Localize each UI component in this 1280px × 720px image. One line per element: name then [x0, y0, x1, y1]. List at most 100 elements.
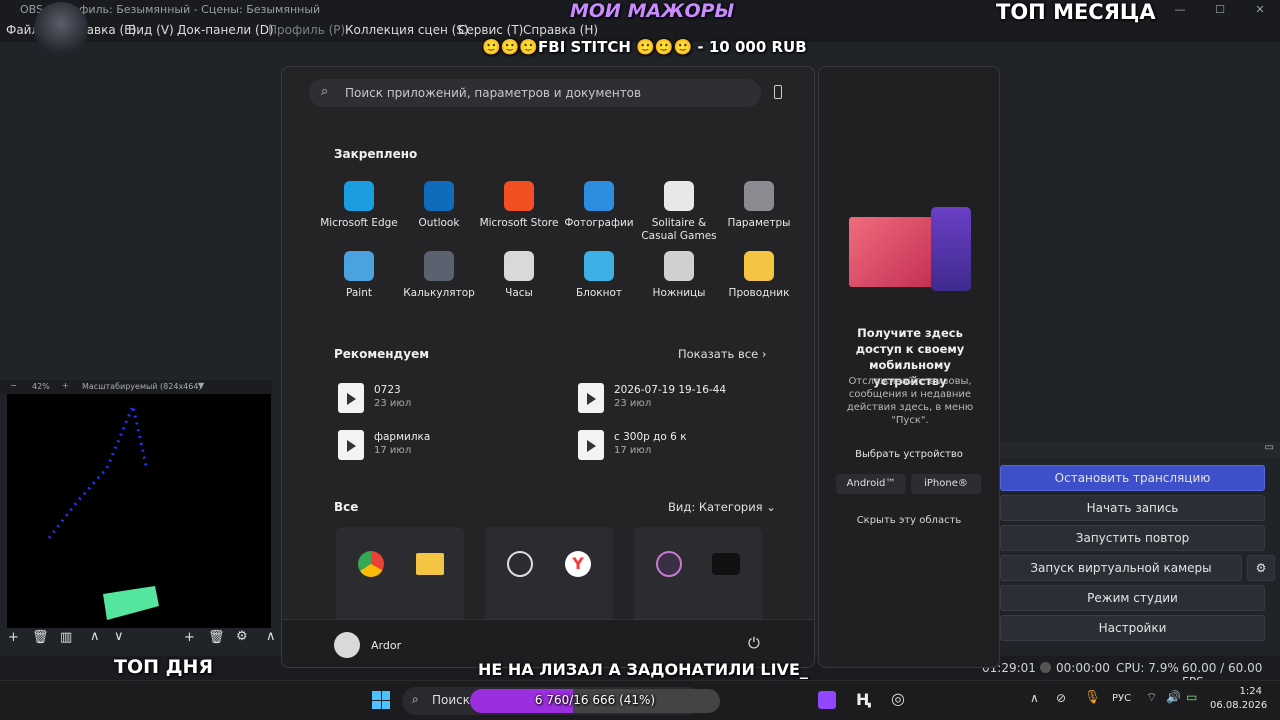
start-menu: ⌕ Поиск приложений, параметров и докумен…: [281, 66, 815, 668]
close-button[interactable]: ✕: [1240, 0, 1280, 20]
app-category-folder[interactable]: [336, 527, 464, 627]
recommended-item[interactable]: с 300р до 6 к 17 июл: [578, 426, 798, 466]
chevron-down-icon[interactable]: ▼: [198, 381, 204, 390]
windows-start-icon[interactable]: [372, 691, 390, 709]
pinned-app[interactable]: Калькулятор: [399, 251, 479, 300]
preview-graphic: [47, 401, 159, 620]
user-avatar[interactable]: [334, 632, 360, 658]
twitch-icon[interactable]: [818, 691, 836, 709]
clock[interactable]: 1:24 06.08.2026: [1210, 685, 1267, 713]
menu-profile[interactable]: Профиль (P): [268, 23, 345, 37]
no-camera-icon[interactable]: ⊘: [1056, 691, 1066, 705]
pinned-app-label: Microsoft Edge: [320, 217, 398, 229]
start-recording-button[interactable]: Начать запись: [1000, 495, 1265, 521]
chevron-up-icon[interactable]: ∧: [1030, 691, 1039, 705]
gear-icon: [744, 181, 774, 211]
studio-mode-button[interactable]: Режим студии: [1000, 585, 1265, 611]
cpu-usage: CPU: 7.9%: [1116, 661, 1179, 675]
source-up-icon[interactable]: ∧: [266, 629, 276, 644]
file-date: 23 июл: [374, 398, 412, 409]
phone-icon[interactable]: [774, 85, 782, 99]
settings-button[interactable]: Настройки: [1000, 615, 1265, 641]
show-all-link[interactable]: Показать все ›: [678, 347, 766, 361]
pinned-app[interactable]: Блокнот: [559, 251, 639, 300]
power-icon[interactable]: ⏻: [748, 634, 760, 652]
zoom-level: 42%: [32, 382, 50, 391]
app-category-folder[interactable]: [634, 527, 762, 627]
pinned-app-label: Калькулятор: [403, 287, 475, 299]
android-button[interactable]: Android™: [836, 474, 906, 494]
donation-alert: 🙂🙂🙂FBI STITCH 🙂🙂🙂 - 10 000 RUB: [482, 38, 807, 56]
pinned-app-label: Блокнот: [575, 287, 623, 299]
search-placeholder: Поиск приложений, параметров и документо…: [345, 86, 642, 100]
stop-stream-button[interactable]: Остановить трансляцию: [1000, 465, 1265, 491]
menu-help[interactable]: Справка (H): [523, 23, 598, 37]
move-down-icon[interactable]: ∨: [114, 629, 124, 644]
pinned-app-label: Проводник: [728, 287, 790, 299]
battery-icon[interactable]: ▭: [1186, 690, 1197, 704]
menu-view[interactable]: Вид (V): [128, 23, 174, 37]
menu-scene-collection[interactable]: Коллекция сцен (S): [345, 23, 469, 37]
pinned-app[interactable]: Проводник: [719, 251, 799, 300]
hide-area-link[interactable]: Скрыть эту область: [819, 515, 999, 526]
pinned-app-label: Ножницы: [652, 287, 706, 299]
menu-tools[interactable]: Сервис (T): [458, 23, 523, 37]
overlay-bottom-left: ТОП ДНЯ: [114, 656, 214, 678]
pinned-app[interactable]: Фотографии: [559, 181, 639, 230]
menu-docks[interactable]: Док-панели (D): [177, 23, 274, 37]
app-category-folder[interactable]: Y: [485, 527, 613, 627]
pinned-app-label: Solitaire & Casual Games: [641, 217, 717, 242]
pinned-app[interactable]: Microsoft Store: [479, 181, 559, 230]
virtual-camera-gear-icon[interactable]: ⚙: [1247, 555, 1275, 581]
preview-toolbar: − 42% + Масштабируемый (824x464) ▼: [0, 380, 272, 394]
zoom-in-button[interactable]: +: [62, 381, 69, 390]
start-replay-button[interactable]: Запустить повтор: [1000, 525, 1265, 551]
pinned-app[interactable]: Paint: [319, 251, 399, 300]
recommended-item[interactable]: 2026-07-19 19-16-44 23 июл: [578, 379, 798, 419]
maximize-button[interactable]: ☐: [1200, 0, 1240, 20]
overlay-top-right: ТОП МЕСЯЦА: [996, 0, 1156, 24]
add-source-icon[interactable]: +: [184, 630, 195, 645]
laptop-illustration: [849, 217, 933, 287]
file-date: 17 июл: [374, 445, 412, 456]
donation-name: FBI STITCH: [538, 38, 631, 56]
trash-icon[interactable]: 🗑: [32, 630, 49, 645]
pinned-app[interactable]: Solitaire & Casual Games: [639, 181, 719, 243]
source-gear-icon[interactable]: ⚙: [236, 629, 248, 644]
app-h-icon[interactable]: Ⱨ: [856, 690, 871, 709]
filter-icon[interactable]: ▥: [60, 630, 72, 645]
pinned-app[interactable]: Outlook: [399, 181, 479, 230]
video-file-icon: [338, 383, 364, 413]
view-category-dropdown[interactable]: Вид: Категория ⌄: [668, 500, 776, 514]
source-trash-icon[interactable]: 🗑: [208, 630, 225, 645]
recommended-item[interactable]: 0723 23 июл: [338, 379, 558, 419]
view-label: Вид: Категория: [668, 500, 763, 514]
preview-canvas[interactable]: [7, 394, 271, 630]
pinned-app-label: Параметры: [727, 217, 791, 229]
zoom-out-button[interactable]: −: [10, 381, 17, 390]
user-name[interactable]: Ardor: [371, 639, 401, 652]
volume-icon[interactable]: 🔊: [1166, 690, 1181, 704]
recommended-title: Рекомендуем: [334, 347, 430, 361]
undock-icon[interactable]: ▭: [1265, 442, 1274, 453]
iphone-button[interactable]: iPhone®: [911, 474, 981, 494]
move-up-icon[interactable]: ∧: [90, 629, 100, 644]
snipping-icon: [664, 251, 694, 281]
add-icon[interactable]: +: [8, 630, 19, 645]
pinned-app[interactable]: Параметры: [719, 181, 799, 230]
paint-icon: [344, 251, 374, 281]
pinned-app[interactable]: Часы: [479, 251, 559, 300]
chevron-right-icon: ›: [761, 347, 767, 361]
pinned-app[interactable]: Ножницы: [639, 251, 719, 300]
recommended-item[interactable]: фармилка 17 июл: [338, 426, 558, 466]
wifi-icon[interactable]: ⌔: [1146, 690, 1157, 705]
chrome-icon: [358, 551, 384, 577]
virtual-camera-button[interactable]: Запуск виртуальной камеры: [1000, 555, 1242, 581]
obs-taskbar-icon[interactable]: ◎: [891, 689, 905, 708]
microphone-icon[interactable]: 🎙: [1084, 690, 1101, 705]
language-indicator[interactable]: РУС: [1112, 693, 1131, 704]
streamer-avatar: [34, 2, 88, 56]
minimize-button[interactable]: —: [1160, 0, 1200, 20]
pinned-app[interactable]: Microsoft Edge: [319, 181, 399, 230]
search-box[interactable]: ⌕ Поиск приложений, параметров и докумен…: [309, 79, 761, 107]
